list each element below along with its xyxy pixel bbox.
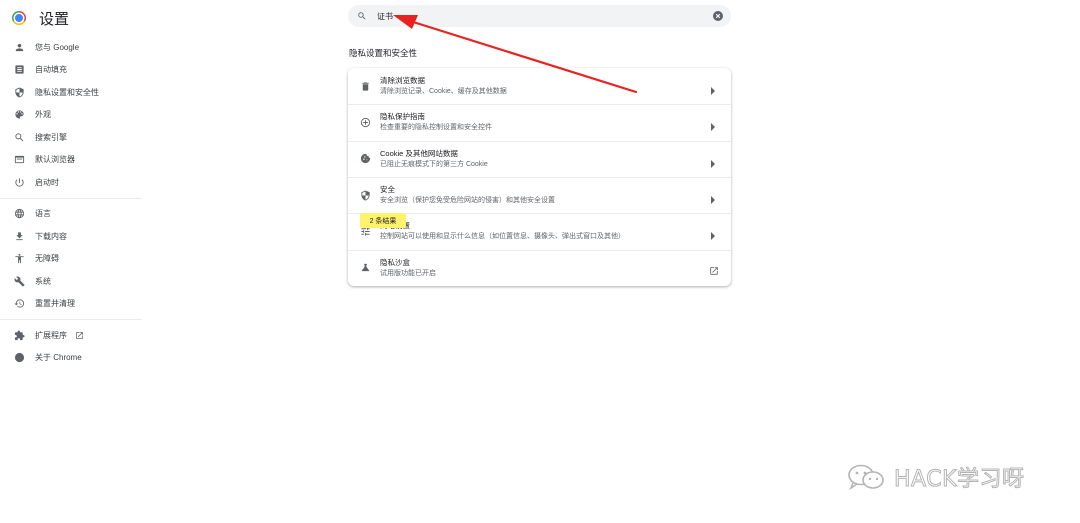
search-input[interactable]: [377, 11, 697, 21]
browser-icon: [13, 154, 25, 166]
privacy-settings-card: 清除浏览数据 清除浏览记录、Cookie、缓存及其他数据 隐私保护指南 检查重要…: [348, 68, 731, 286]
search-results-bubble: 2 条结果: [360, 213, 406, 228]
chevron-right-icon: [710, 155, 716, 168]
row-subtitle: 控制网站可以使用和显示什么信息（如位置信息、摄像头、弹出式窗口及其他）: [380, 233, 625, 241]
power-icon: [13, 176, 25, 188]
watermark: HACK学习呀: [846, 462, 1025, 493]
sidebar-item-label: 自动填充: [35, 65, 67, 75]
row-divider: [348, 176, 731, 178]
sidebar-item-system[interactable]: 系统: [0, 270, 142, 293]
security-shield-icon: [359, 189, 371, 201]
add-circle-icon: [359, 116, 371, 128]
sidebar-item-on-startup[interactable]: 启动时: [0, 171, 142, 194]
sidebar-item-label: 搜索引擎: [35, 132, 67, 142]
search-icon: [13, 131, 25, 143]
sidebar-item-label: 无障碍: [35, 254, 59, 264]
accessibility-icon: [13, 253, 25, 265]
row-clear-browsing-data[interactable]: 清除浏览数据 清除浏览记录、Cookie、缓存及其他数据: [348, 68, 731, 104]
search-icon: [357, 11, 367, 21]
row-subtitle: 安全浏览（保护您免受危险网站的侵害）和其他安全设置: [380, 196, 555, 204]
clipboard-icon: [13, 64, 25, 76]
row-subtitle: 检查重要的隐私控制设置和安全控件: [380, 124, 492, 132]
row-divider: [348, 140, 731, 142]
cookie-icon: [359, 153, 371, 165]
row-subtitle: 试用版功能已开启: [380, 269, 436, 277]
sidebar-item-about-chrome[interactable]: 关于 Chrome: [0, 347, 142, 370]
sidebar: 您与 Google 自动填充 隐私设置和安全性 外观 搜索引擎 默认浏览器 启动…: [0, 36, 142, 369]
chevron-right-icon: [710, 82, 716, 95]
sidebar-item-languages[interactable]: 语言: [0, 203, 142, 226]
sidebar-item-label: 语言: [35, 209, 51, 219]
sidebar-item-label: 隐私设置和安全性: [35, 87, 99, 97]
chrome-icon: [13, 352, 25, 364]
download-icon: [13, 230, 25, 242]
sidebar-item-label: 关于 Chrome: [35, 353, 82, 363]
row-subtitle: 清除浏览记录、Cookie、缓存及其他数据: [380, 88, 507, 95]
trash-icon: [359, 80, 371, 92]
settings-search-bar: [348, 5, 731, 27]
sidebar-item-autofill[interactable]: 自动填充: [0, 59, 142, 82]
row-cookies[interactable]: Cookie 及其他网站数据 已阻止无痕模式下的第三方 Cookie: [348, 140, 731, 177]
shield-icon: [13, 86, 25, 98]
chevron-right-icon: [710, 227, 716, 241]
page-title: 设置: [39, 10, 70, 28]
history-icon: [13, 298, 25, 310]
row-security[interactable]: 安全 安全浏览（保护您免受危险网站的侵害）和其他安全设置: [348, 176, 731, 213]
row-title: 安全: [380, 184, 395, 194]
sidebar-item-label: 扩展程序: [35, 330, 67, 340]
sidebar-item-downloads[interactable]: 下载内容: [0, 225, 142, 248]
row-title: Cookie 及其他网站数据: [380, 148, 458, 158]
sidebar-item-label: 默认浏览器: [35, 155, 75, 165]
flask-icon: [359, 262, 371, 274]
chrome-logo-icon: [12, 11, 26, 25]
row-title: 隐私沙盒: [380, 257, 410, 267]
chevron-right-icon: [710, 191, 716, 204]
sidebar-item-label: 外观: [35, 110, 51, 120]
sidebar-divider: [0, 319, 142, 320]
row-privacy-sandbox[interactable]: 隐私沙盒 试用版功能已开启: [348, 249, 731, 286]
row-subtitle: 已阻止无痕模式下的第三方 Cookie: [380, 160, 488, 168]
globe-icon: [13, 208, 25, 220]
row-title: 隐私保护指南: [380, 112, 425, 122]
external-link-icon: [75, 331, 84, 340]
sidebar-item-label: 启动时: [35, 177, 59, 187]
sidebar-item-you-and-google[interactable]: 您与 Google: [0, 36, 142, 59]
wechat-icon: [848, 464, 884, 491]
clear-search-button[interactable]: [713, 11, 723, 21]
sidebar-item-label: 您与 Google: [35, 42, 80, 52]
sidebar-item-extensions[interactable]: 扩展程序: [0, 324, 142, 347]
external-link-icon: [709, 263, 719, 275]
sidebar-item-label: 重置并清理: [35, 299, 75, 309]
row-divider: [348, 104, 731, 106]
puzzle-icon: [13, 329, 25, 341]
row-privacy-guide[interactable]: 隐私保护指南 检查重要的隐私控制设置和安全控件: [348, 104, 731, 140]
watermark-text: HACK学习呀: [894, 467, 1025, 493]
sidebar-item-label: 系统: [35, 276, 51, 286]
sidebar-item-default-browser[interactable]: 默认浏览器: [0, 149, 142, 172]
row-title: 清除浏览数据: [380, 76, 425, 85]
person-icon: [13, 41, 25, 53]
sidebar-divider: [0, 197, 142, 199]
row-title: 网站设置: [380, 220, 625, 231]
sidebar-item-reset[interactable]: 重置并清理: [0, 293, 142, 316]
chevron-right-icon: [710, 118, 716, 132]
app-header: 设置: [12, 8, 69, 28]
row-divider: [348, 249, 731, 251]
sidebar-item-privacy[interactable]: 隐私设置和安全性: [0, 81, 142, 104]
sidebar-item-label: 下载内容: [35, 231, 67, 241]
sidebar-item-search-engine[interactable]: 搜索引擎: [0, 126, 142, 149]
sidebar-item-appearance[interactable]: 外观: [0, 104, 142, 127]
palette-icon: [13, 109, 25, 121]
wrench-icon: [13, 275, 25, 287]
sidebar-item-accessibility[interactable]: 无障碍: [0, 248, 142, 271]
section-title: 隐私设置和安全性: [349, 48, 418, 58]
